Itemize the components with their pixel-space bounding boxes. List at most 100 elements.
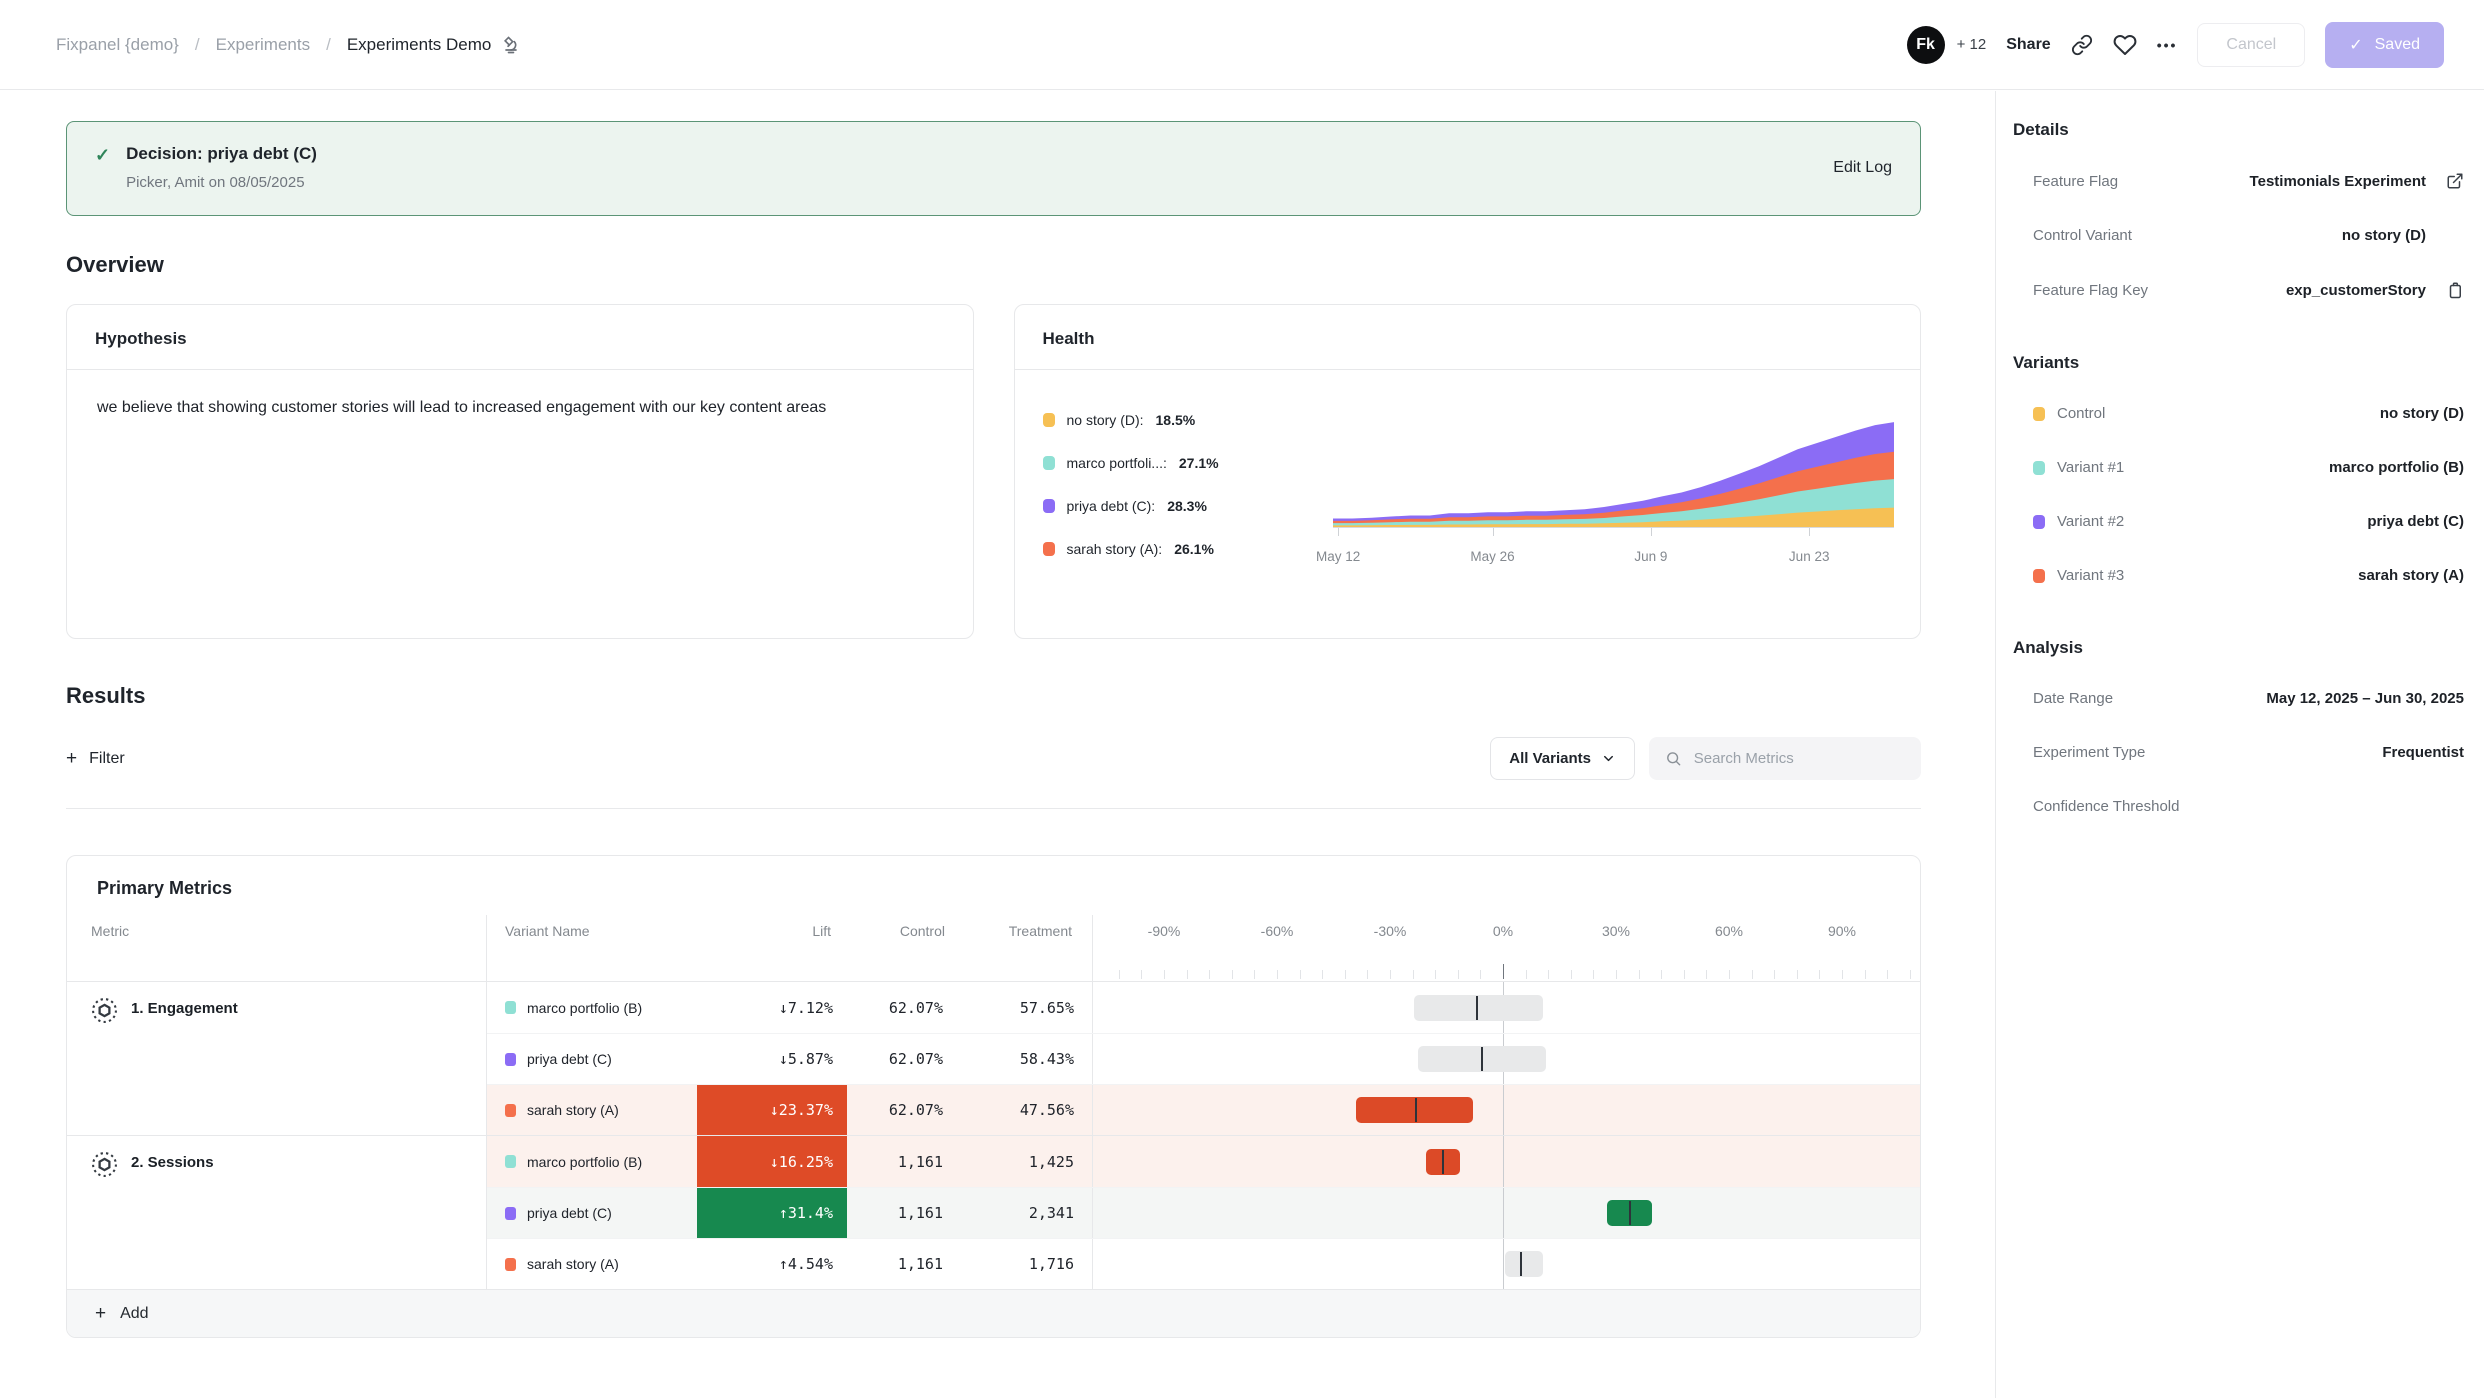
all-variants-dropdown[interactable]: All Variants	[1490, 737, 1635, 780]
variant-swatch	[505, 1104, 516, 1117]
hypothesis-title: Hypothesis	[95, 329, 187, 348]
confidence-interval-cell	[1093, 1188, 1920, 1238]
axis-tick	[1435, 970, 1436, 979]
legend-value: 18.5%	[1156, 412, 1196, 428]
copy-icon[interactable]	[2446, 281, 2464, 299]
health-x-tick	[1338, 528, 1339, 536]
variant-label: Control	[2033, 405, 2105, 422]
breadcrumb-experiments[interactable]: Experiments	[216, 35, 310, 55]
col-treatment: Treatment	[961, 915, 1093, 981]
legend-value: 26.1%	[1174, 541, 1214, 557]
search-metrics-input[interactable]	[1694, 737, 1905, 780]
treatment-value: 47.56%	[961, 1085, 1093, 1135]
confidence-interval-bar	[1505, 1251, 1543, 1277]
axis-tick	[1503, 964, 1504, 979]
primary-metrics-title: Primary Metrics	[67, 856, 1920, 915]
variant-rows: marco portfolio (B)↓7.12%62.07%57.65%pri…	[487, 982, 1920, 1135]
more-menu-button[interactable]: •••	[2157, 37, 2178, 53]
avatar[interactable]: Fk	[1907, 26, 1945, 64]
edit-log-button[interactable]: Edit Log	[1833, 159, 1892, 177]
metric-target-icon	[91, 1151, 118, 1178]
metric-cell[interactable]: 1. Engagement	[67, 982, 487, 1135]
metric-group: 1. Engagementmarco portfolio (B)↓7.12%62…	[67, 981, 1920, 1135]
axis-tick	[1887, 970, 1888, 979]
variant-name: priya debt (C)	[527, 1205, 612, 1221]
confidence-interval-center-tick	[1481, 1047, 1483, 1071]
axis-tick	[1232, 970, 1233, 979]
lift-cell: ↑4.54%	[697, 1239, 847, 1289]
confidence-interval-bar	[1414, 995, 1542, 1021]
table-header: Metric Variant Name Lift Control Treatme…	[67, 915, 1920, 981]
chevron-down-icon	[1601, 751, 1616, 766]
health-card: Health no story (D): 18.5%marco portfoli…	[1014, 304, 1922, 639]
axis-tick	[1797, 970, 1798, 979]
variant-row: Variant #3sarah story (A)	[2013, 567, 2464, 584]
variant-swatch	[505, 1001, 516, 1014]
variant-row: Controlno story (D)	[2013, 405, 2464, 422]
analysis-value: May 12, 2025 – Jun 30, 2025	[2266, 690, 2464, 707]
share-button[interactable]: Share	[2006, 36, 2050, 54]
axis-tick	[1526, 970, 1527, 979]
favorite-button[interactable]	[2113, 33, 2137, 57]
col-variant-name: Variant Name	[487, 915, 697, 981]
axis-tick	[1119, 970, 1120, 979]
add-filter-button[interactable]: + Filter	[66, 748, 125, 770]
main-content: ✓ Decision: priya debt (C) Picker, Amit …	[0, 91, 1994, 1398]
axis-tick	[1593, 970, 1594, 979]
variant-cell: priya debt (C)	[487, 1034, 697, 1084]
legend-swatch	[1043, 456, 1055, 470]
variant-cell: sarah story (A)	[487, 1239, 697, 1289]
axis-tick	[1322, 970, 1323, 979]
axis-tick	[1458, 970, 1459, 979]
axis-tick	[1141, 970, 1142, 979]
health-legend-item: priya debt (C): 28.3%	[1043, 498, 1333, 514]
detail-value: no story (D)	[2342, 227, 2426, 244]
external-link-slot	[2438, 172, 2464, 190]
treatment-value: 1,425	[961, 1136, 1093, 1187]
axis-label: 0%	[1493, 923, 1513, 939]
external-link-icon[interactable]	[2446, 172, 2464, 190]
collaborators-count[interactable]: + 12	[1957, 36, 1987, 53]
variant-slot-name: Variant #2	[2057, 513, 2124, 530]
variant-cell: marco portfolio (B)	[487, 1136, 697, 1187]
add-metric-button[interactable]: + Add	[67, 1289, 1920, 1337]
breadcrumb-project[interactable]: Fixpanel {demo}	[56, 35, 179, 55]
variant-label: Variant #1	[2033, 459, 2124, 476]
lift-value: ↓23.37%	[697, 1085, 847, 1135]
variant-value: priya debt (C)	[2367, 513, 2464, 530]
axis-label: -60%	[1261, 923, 1294, 939]
cancel-button[interactable]: Cancel	[2197, 23, 2305, 67]
lift-cell: ↑31.4%	[697, 1188, 847, 1238]
details-sidebar: Details Feature FlagTestimonials Experim…	[1995, 91, 2484, 1398]
axis-tick	[1345, 970, 1346, 979]
detail-label: Control Variant	[2033, 227, 2132, 244]
copy-link-button[interactable]	[2071, 34, 2093, 56]
saved-button[interactable]: ✓ Saved	[2325, 22, 2444, 68]
health-title: Health	[1043, 329, 1095, 348]
variant-name: marco portfolio (B)	[527, 1154, 642, 1170]
health-x-label: Jun 23	[1789, 549, 1830, 564]
analysis-section-title: Analysis	[2013, 638, 2464, 658]
health-legend: no story (D): 18.5%marco portfoli...: 27…	[1043, 400, 1333, 568]
axis-tick	[1480, 970, 1481, 979]
confidence-interval-center-tick	[1442, 1150, 1444, 1174]
legend-label: no story (D):	[1067, 412, 1144, 428]
axis-tick	[1819, 970, 1820, 979]
variant-row: Variant #2 priya debt (C)	[2013, 513, 2464, 530]
copy-slot	[2438, 281, 2464, 299]
treatment-value: 1,716	[961, 1239, 1093, 1289]
legend-label: sarah story (A):	[1067, 541, 1163, 557]
metric-cell[interactable]: 2. Sessions	[67, 1136, 487, 1289]
plus-icon: +	[95, 1303, 106, 1325]
axis-label: -30%	[1374, 923, 1407, 939]
health-x-label: May 12	[1316, 549, 1360, 564]
variant-slot-name: Variant #1	[2057, 459, 2124, 476]
breadcrumb-current: Experiments Demo	[347, 35, 522, 55]
health-legend-item: sarah story (A): 26.1%	[1043, 541, 1333, 557]
treatment-value: 58.43%	[961, 1034, 1093, 1084]
analysis-row: Experiment TypeFrequentist	[2013, 744, 2464, 761]
variant-swatch	[2033, 515, 2045, 529]
axis-tick	[1774, 970, 1775, 979]
axis-tick	[1661, 970, 1662, 979]
variant-name: priya debt (C)	[527, 1051, 612, 1067]
